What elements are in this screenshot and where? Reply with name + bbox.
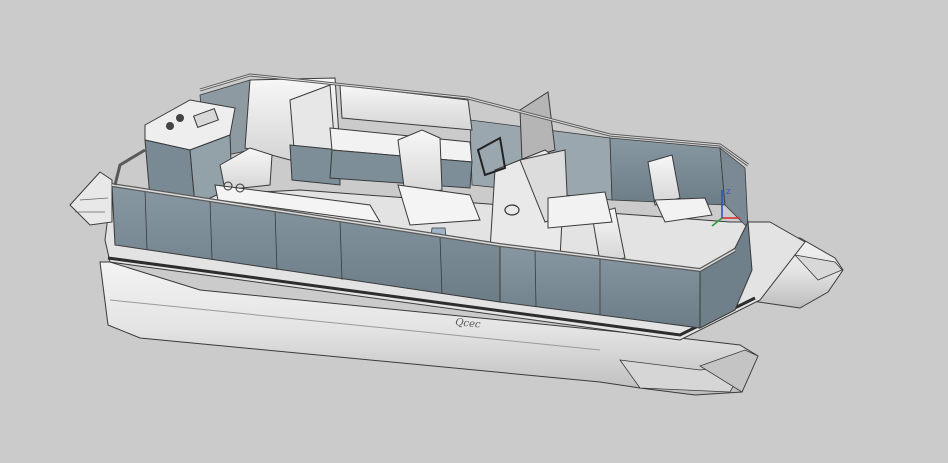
far-bench-seat bbox=[329, 84, 473, 189]
pontoon-boat-model[interactable]: Qcec Z bbox=[0, 0, 948, 463]
triad-z-label: Z bbox=[726, 188, 731, 196]
rear-swim-platform bbox=[69, 171, 113, 226]
cad-3d-viewport[interactable]: Qcec Z bbox=[0, 0, 948, 463]
